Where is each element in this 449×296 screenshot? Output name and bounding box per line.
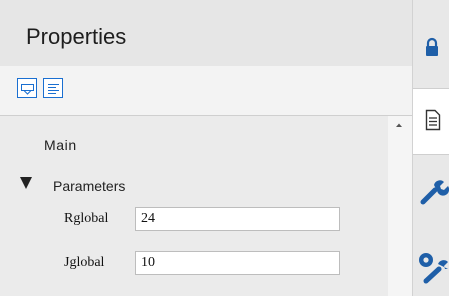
alphabetical-view-button[interactable]	[43, 78, 63, 98]
scroll-up-arrow-icon[interactable]	[391, 119, 407, 131]
expand-triangle-icon[interactable]	[19, 176, 35, 190]
tab-wrench[interactable]	[413, 155, 449, 225]
rglobal-input[interactable]: 24	[135, 207, 340, 231]
tab-settings[interactable]	[413, 225, 449, 296]
panel-header: Properties	[0, 0, 412, 66]
panel-title: Properties	[26, 24, 127, 49]
wrench-icon	[420, 180, 449, 205]
categorized-view-icon	[21, 84, 34, 95]
property-label-rglobal: Rglobal	[64, 211, 109, 226]
categorized-view-button[interactable]	[17, 78, 37, 98]
lock-icon	[426, 37, 438, 56]
jglobal-input[interactable]: 10	[135, 251, 340, 275]
properties-panel: Properties Main Parameters Rglobal 24 Jg…	[0, 0, 412, 296]
alphabetical-list-icon	[48, 84, 59, 94]
tab-document[interactable]	[413, 88, 449, 155]
section-parameters[interactable]: Parameters	[53, 178, 125, 194]
section-main[interactable]: Main	[44, 137, 77, 153]
property-label-jglobal: Jglobal	[64, 255, 105, 270]
vertical-scrollbar[interactable]	[388, 116, 412, 296]
gear-wrench-icon	[419, 253, 448, 284]
side-tab-strip	[412, 0, 449, 296]
document-icon	[425, 109, 441, 131]
properties-toolbar	[0, 66, 412, 116]
tab-lock[interactable]	[413, 0, 449, 88]
